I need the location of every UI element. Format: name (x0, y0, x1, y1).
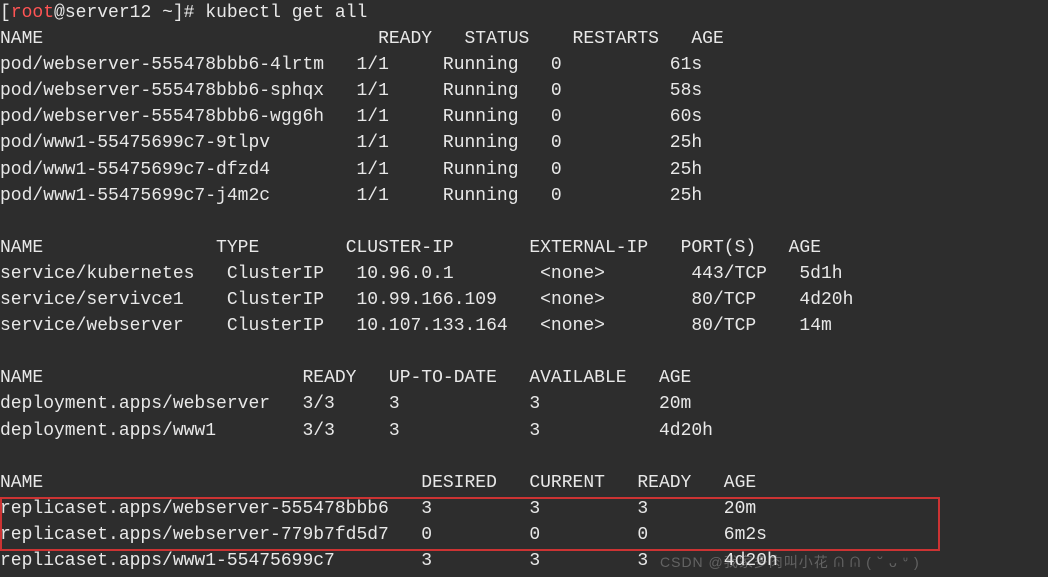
deployments-header: NAME READY UP-TO-DATE AVAILABLE AGE (0, 368, 691, 388)
prompt-open: [ (0, 3, 11, 23)
prompt-user: root (11, 3, 54, 23)
prompt-line[interactable]: [root@server12 ~]# kubectl get all (0, 3, 367, 23)
service-row: service/webserver ClusterIP 10.107.133.1… (0, 316, 832, 336)
pod-row: pod/webserver-555478bbb6-4lrtm 1/1 Runni… (0, 55, 702, 75)
pod-row: pod/webserver-555478bbb6-sphqx 1/1 Runni… (0, 81, 702, 101)
command-text: kubectl get all (205, 3, 367, 23)
prompt-at: @ (54, 3, 65, 23)
replicaset-row: replicaset.apps/webserver-779b7fd5d7 0 0… (0, 525, 767, 545)
prompt-host: server12 (65, 3, 151, 23)
pod-row: pod/www1-55475699c7-9tlpv 1/1 Running 0 … (0, 133, 702, 153)
prompt-path: ~ (151, 3, 173, 23)
service-row: service/servivce1 ClusterIP 10.99.166.10… (0, 290, 853, 310)
replicaset-row: replicaset.apps/www1-55475699c7 3 3 3 4d… (0, 551, 778, 571)
pods-header: NAME READY STATUS RESTARTS AGE (0, 29, 724, 49)
deployment-row: deployment.apps/webserver 3/3 3 3 20m (0, 394, 691, 414)
replicasets-header: NAME DESIRED CURRENT READY AGE (0, 473, 756, 493)
pod-row: pod/www1-55475699c7-j4m2c 1/1 Running 0 … (0, 186, 702, 206)
service-row: service/kubernetes ClusterIP 10.96.0.1 <… (0, 264, 843, 284)
replicaset-row: replicaset.apps/webserver-555478bbb6 3 3… (0, 499, 756, 519)
services-header: NAME TYPE CLUSTER-IP EXTERNAL-IP PORT(S)… (0, 238, 821, 258)
pod-row: pod/www1-55475699c7-dfzd4 1/1 Running 0 … (0, 160, 702, 180)
deployment-row: deployment.apps/www1 3/3 3 3 4d20h (0, 421, 713, 441)
pod-row: pod/webserver-555478bbb6-wgg6h 1/1 Runni… (0, 107, 702, 127)
prompt-close: ]# (173, 3, 195, 23)
terminal-output: [root@server12 ~]# kubectl get all NAME … (0, 0, 1048, 574)
